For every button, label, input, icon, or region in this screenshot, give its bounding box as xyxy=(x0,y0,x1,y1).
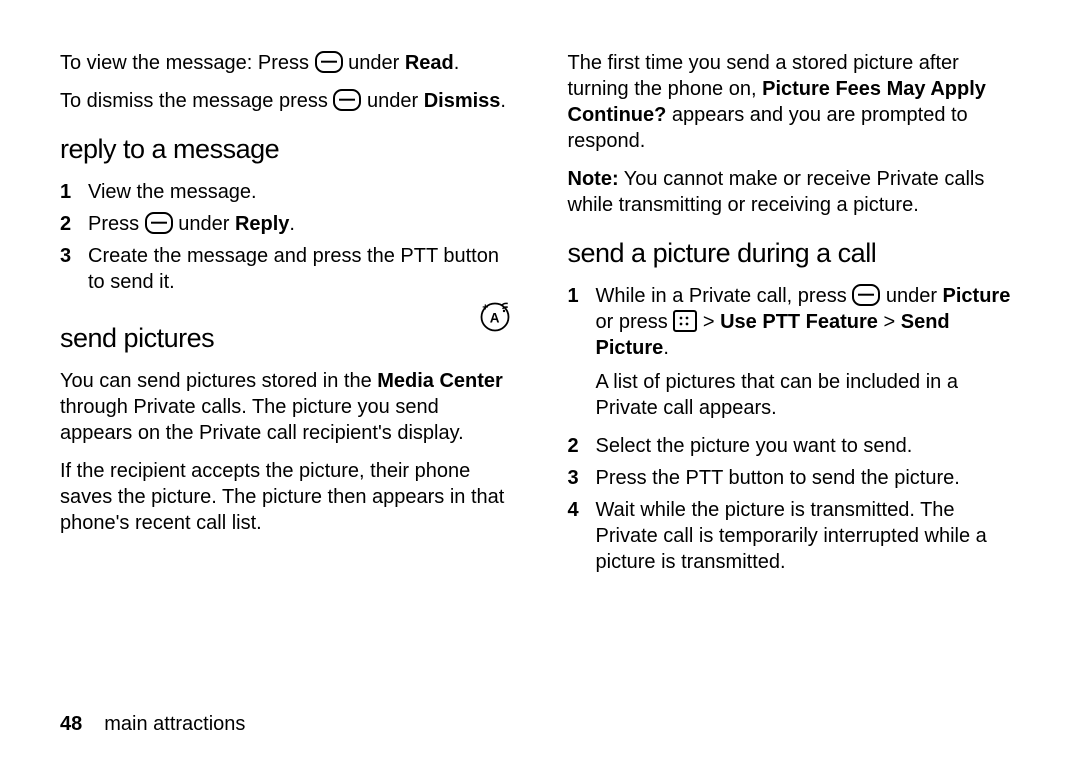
view-message-instruction: To view the message: Press under Read. xyxy=(60,50,513,76)
text: under xyxy=(361,90,423,112)
text: or press xyxy=(596,311,674,333)
text: You can send pictures stored in the xyxy=(60,370,377,392)
list-item: Select the picture you want to send. xyxy=(568,433,1021,459)
send-pictures-desc-2: If the recipient accepts the picture, th… xyxy=(60,458,513,536)
step-text: Create the message and press the PTT but… xyxy=(88,245,499,293)
dismiss-label: Dismiss xyxy=(424,90,501,112)
text: To dismiss the message press xyxy=(60,90,333,112)
text: > xyxy=(878,311,901,333)
heading-send-pictures: send pictures xyxy=(60,321,214,356)
media-center-label: Media Center xyxy=(377,370,503,392)
menu-icon xyxy=(673,310,697,332)
step-text: Wait while the picture is transmitted. T… xyxy=(596,499,987,573)
text: To view the message: Press xyxy=(60,52,315,74)
text: under xyxy=(880,285,942,307)
picture-label: Picture xyxy=(943,285,1011,307)
text: . xyxy=(454,52,460,74)
page-number: 48 xyxy=(60,713,82,735)
reply-label: Reply xyxy=(235,213,289,235)
text: under xyxy=(343,52,405,74)
softkey-icon xyxy=(315,51,343,73)
softkey-icon xyxy=(145,212,173,234)
list-item: View the message. xyxy=(60,179,513,205)
text: . xyxy=(500,90,506,112)
svg-text:A: A xyxy=(489,310,499,325)
text: > xyxy=(697,311,720,333)
list-item: Create the message and press the PTT but… xyxy=(60,243,513,295)
svg-text:+: + xyxy=(482,301,488,313)
step-text: Press the PTT button to send the picture… xyxy=(596,467,960,489)
softkey-icon xyxy=(852,284,880,306)
list-item: While in a Private call, press under Pic… xyxy=(568,283,1021,421)
text: through Private calls. The picture you s… xyxy=(60,396,464,444)
text: Press xyxy=(88,213,145,235)
note-label: Note: xyxy=(568,168,619,190)
read-label: Read xyxy=(405,52,454,74)
note: Note: You cannot make or receive Private… xyxy=(568,166,1021,218)
text: While in a Private call, press xyxy=(596,285,853,307)
step-text: View the message. xyxy=(88,181,257,203)
list-item: Press the PTT button to send the picture… xyxy=(568,465,1021,491)
network-feature-icon: A+ xyxy=(477,299,513,342)
reply-steps: View the message. Press under Reply. Cre… xyxy=(60,179,513,295)
left-column: To view the message: Press under Read. T… xyxy=(60,50,513,587)
text: . xyxy=(663,337,669,359)
section-name: main attractions xyxy=(104,713,245,735)
list-item: Press under Reply. xyxy=(60,211,513,237)
fees-prompt: The first time you send a stored picture… xyxy=(568,50,1021,154)
step-sub-text: A list of pictures that can be included … xyxy=(596,361,1021,421)
heading-send-during-call: send a picture during a call xyxy=(568,236,1021,271)
softkey-icon xyxy=(333,89,361,111)
page-content: To view the message: Press under Read. T… xyxy=(0,0,1080,587)
use-ptt-label: Use PTT Feature xyxy=(720,311,878,333)
step-text: Select the picture you want to send. xyxy=(596,435,913,457)
list-item: Wait while the picture is transmitted. T… xyxy=(568,497,1021,575)
text: . xyxy=(289,213,295,235)
send-call-steps: While in a Private call, press under Pic… xyxy=(568,283,1021,575)
right-column: The first time you send a stored picture… xyxy=(568,50,1021,587)
note-text: You cannot make or receive Private calls… xyxy=(568,168,985,216)
heading-reply: reply to a message xyxy=(60,132,513,167)
send-pictures-desc-1: You can send pictures stored in the Medi… xyxy=(60,368,513,446)
dismiss-message-instruction: To dismiss the message press under Dismi… xyxy=(60,88,513,114)
text: under xyxy=(173,213,235,235)
page-footer: 48 main attractions xyxy=(60,713,245,736)
